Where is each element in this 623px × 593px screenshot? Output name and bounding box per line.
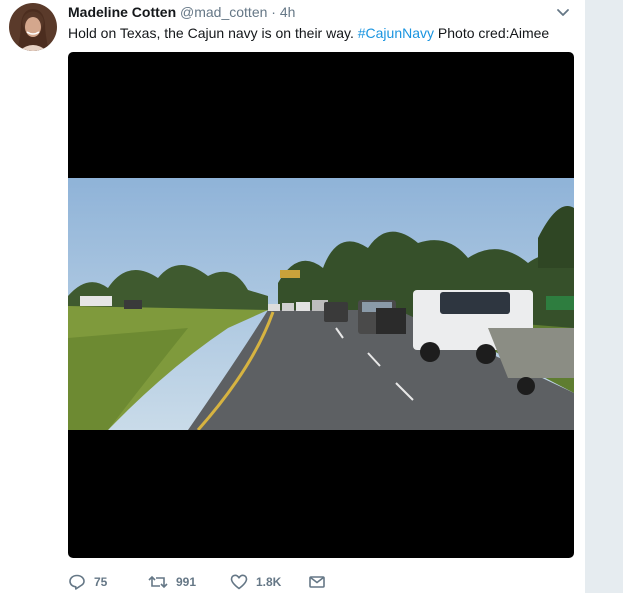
hashtag-link[interactable]: #CajunNavy	[358, 25, 434, 41]
tweet-text-part: Hold on Texas, the Cajun navy is on thei…	[68, 25, 358, 41]
tweet-header: Madeline Cotten @mad_cotten · 4h	[68, 3, 545, 21]
envelope-icon	[309, 576, 325, 588]
direct-message-button[interactable]	[308, 572, 326, 592]
tweet-card[interactable]: Madeline Cotten @mad_cotten · 4h Hold on…	[0, 0, 585, 593]
tweet-media[interactable]	[68, 52, 574, 558]
header-separator: ·	[271, 4, 276, 20]
like-count: 1.8K	[256, 575, 282, 589]
right-rail	[585, 0, 623, 593]
retweet-count: 991	[176, 575, 197, 589]
reply-count: 75	[94, 575, 108, 589]
reply-icon	[69, 574, 85, 590]
avatar[interactable]	[9, 3, 57, 51]
retweet-icon	[148, 575, 168, 589]
tweet-text-part: Photo cred:Aimee	[434, 25, 550, 41]
author-handle[interactable]: @mad_cotten	[180, 4, 267, 20]
tweet-timestamp[interactable]: 4h	[280, 4, 296, 20]
heart-icon	[230, 574, 248, 590]
tweet-text: Hold on Texas, the Cajun navy is on thei…	[68, 23, 578, 43]
like-button[interactable]: 1.8K	[230, 572, 281, 592]
highway-photo	[68, 178, 574, 430]
retweet-button[interactable]: 991	[148, 572, 196, 592]
author-display-name[interactable]: Madeline Cotten	[68, 4, 176, 20]
reply-button[interactable]: 75	[68, 572, 107, 592]
avatar-image	[17, 9, 49, 51]
chevron-down-icon[interactable]	[556, 6, 570, 20]
